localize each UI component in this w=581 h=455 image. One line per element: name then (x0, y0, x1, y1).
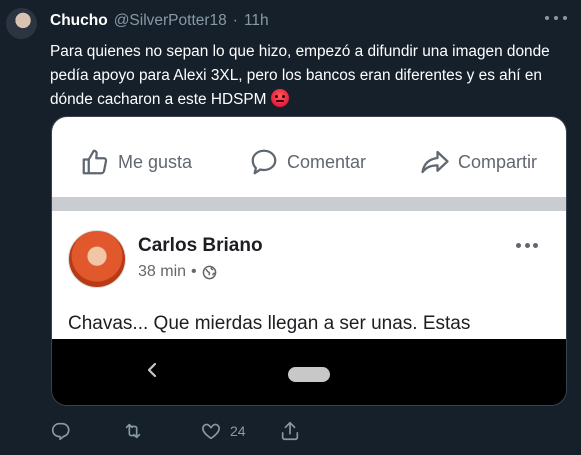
retweet-button[interactable] (122, 420, 144, 442)
thumbs-up-icon (82, 149, 108, 175)
fb-post-avatar (68, 230, 126, 288)
share-button[interactable] (279, 420, 301, 442)
fb-more-icon (516, 243, 538, 249)
like-button[interactable]: 24 (200, 420, 246, 442)
author-name[interactable]: Chucho (50, 12, 108, 30)
speech-bubble-icon (251, 149, 277, 175)
author-avatar[interactable] (6, 8, 37, 39)
fb-post-meta: 38 min • (138, 263, 217, 281)
tweet-timestamp[interactable]: 11h (244, 12, 269, 30)
angry-face-emoji-icon (270, 89, 289, 107)
like-count: 24 (230, 423, 246, 439)
fb-like-action: Me gusta (80, 147, 192, 177)
tweet-media-image[interactable]: Me gusta Comentar Compartir Carlos Brian… (51, 116, 567, 406)
reply-icon (51, 422, 70, 441)
fb-post-author: Carlos Briano (138, 235, 263, 256)
header-separator: · (232, 12, 238, 29)
tweet-text: Para quienes no sepan lo que hizo, empez… (50, 40, 565, 112)
fb-action-bar: Me gusta Comentar Compartir (52, 117, 566, 197)
fb-share-action: Compartir (420, 147, 537, 177)
fb-post-body: Chavas... Que mierdas llegan a ser unas.… (68, 313, 471, 334)
fb-share-label: Compartir (458, 151, 538, 172)
fb-comment-action: Comentar (249, 147, 366, 177)
fb-like-label: Me gusta (118, 151, 193, 172)
share-arrow-icon (421, 150, 449, 174)
android-nav-bar (52, 339, 566, 405)
back-chevron-icon (147, 362, 157, 378)
fb-post-separator: • (191, 263, 197, 280)
fb-comment-label: Comentar (287, 151, 367, 172)
tweet-action-bar: 24 (50, 420, 320, 444)
home-pill-icon (288, 367, 330, 382)
fb-divider (52, 197, 566, 211)
tweet-header: Chucho @SilverPotter18 · 11h (50, 10, 269, 32)
more-options-icon[interactable] (545, 11, 567, 25)
heart-icon (202, 423, 220, 440)
fb-post: Carlos Briano 38 min • Chavas... Que mie… (52, 211, 566, 339)
retweet-icon (125, 423, 141, 439)
share-icon (281, 421, 299, 441)
tweet-body: Para quienes no sepan lo que hizo, empez… (50, 43, 550, 108)
author-handle[interactable]: @SilverPotter18 (114, 12, 227, 30)
fb-post-time: 38 min (138, 263, 187, 280)
reply-button[interactable] (50, 420, 72, 442)
globe-icon (202, 265, 216, 279)
